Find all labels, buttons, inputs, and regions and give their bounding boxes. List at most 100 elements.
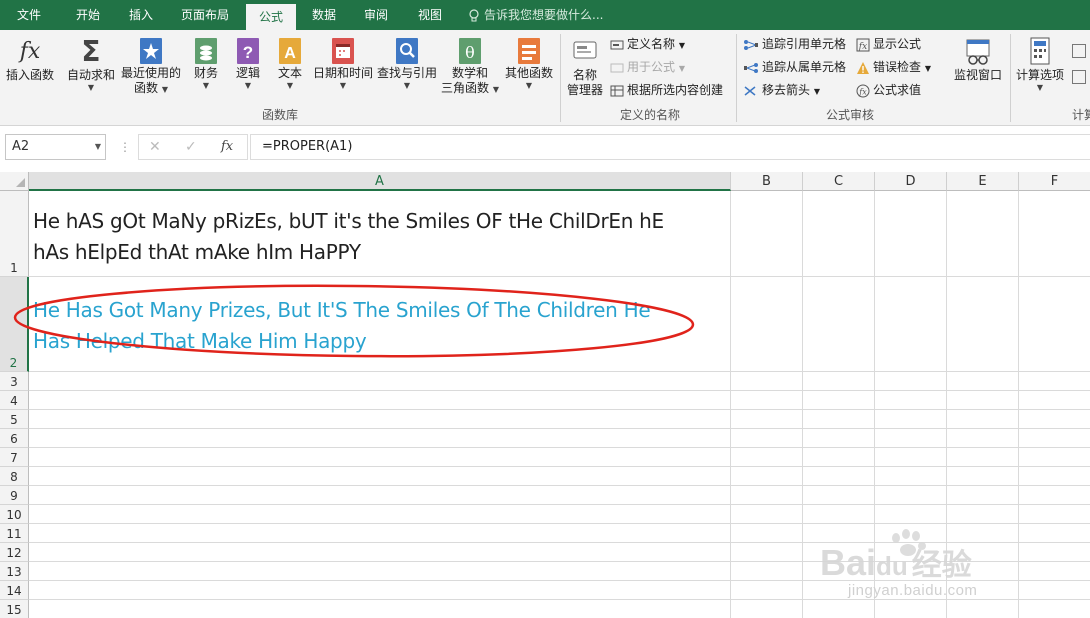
autosum-button[interactable]: Σ 自动求和 ▼ [64,35,118,93]
svg-text:A: A [284,45,296,62]
logical-button[interactable]: ? 逻辑 ▼ [228,36,268,90]
create-from-selection-icon [610,85,624,96]
tab-data[interactable]: 数据 [304,0,344,30]
tab-page-layout[interactable]: 页面布局 [174,0,236,30]
baidu-watermark: Baidu 经验 jingyan.baidu.com [818,524,1028,604]
evaluate-formula-icon: fx [856,84,870,97]
evaluate-formula-label: 公式求值 [873,83,922,97]
tab-home[interactable]: 开始 [66,0,110,30]
ribbon-separator [560,34,561,122]
watch-window-label: 监视窗口 [953,68,1002,82]
insert-function-fx-icon[interactable]: fx [221,139,233,154]
trace-precedents-button[interactable]: 追踪引用单元格 [743,36,846,52]
tab-review[interactable]: 审阅 [356,0,396,30]
insert-function-button[interactable]: fx 插入函数 [4,36,56,83]
remove-arrows-icon [744,85,756,96]
sigma-icon: Σ [81,35,101,68]
tab-file[interactable]: 文件 [8,0,50,30]
name-manager-button[interactable]: 名称 管理器 [564,36,606,98]
menu-bar: 文件 开始 插入 页面布局 公式 数据 审阅 视图 告诉我您想要做什么... [0,0,1090,30]
error-checking-label: 错误检查 [873,60,922,74]
cancel-icon[interactable]: ✕ [149,139,161,155]
ribbon-separator [736,34,737,122]
evaluate-formula-button[interactable]: fx 公式求值 [856,82,921,98]
name-box[interactable]: A2 ▼ [5,134,106,160]
lookup-reference-label: 查找与引用 [376,66,437,80]
fx-icon: fx [19,39,41,64]
chevron-down-icon: ▼ [813,87,820,96]
ribbon: fx 插入函数 Σ 自动求和 ▼ 最近使用的 函数 ▼ 财务 ▼ ? 逻辑 ▼ … [0,30,1090,126]
create-from-selection-button[interactable]: 根据所选内容创建 [610,82,723,98]
calculate-sheet-icon[interactable] [1072,70,1086,84]
recently-used-button[interactable]: 最近使用的 函数 ▼ [120,36,182,97]
group-label-defined-names: 定义的名称 [619,108,680,122]
more-functions-button[interactable]: 其他函数 ▼ [502,36,556,90]
theta-book-icon: θ [459,38,481,64]
more-functions-book-icon [518,38,540,64]
formula-bar-grip-icon[interactable]: ⋮ [119,140,131,154]
group-label-formula-auditing: 公式审核 [825,108,874,122]
chevron-down-icon[interactable]: ▼ [95,135,101,159]
use-in-formula-button[interactable]: 用于公式 ▼ [610,59,685,77]
use-in-formula-icon [610,63,624,72]
watch-window-button[interactable]: 监视窗口 [950,36,1006,83]
chevron-down-icon: ▼ [87,83,95,92]
chevron-down-icon: ▼ [403,81,411,90]
define-name-label: 定义名称 [627,37,676,51]
name-manager-icon [573,41,597,59]
chevron-down-icon: ▼ [202,81,210,90]
worksheet-grid[interactable]: A B C D E F 1 2 3 4 5 6 7 8 9 10 11 12 1… [0,172,1090,618]
name-manager-label-2: 管理器 [566,83,603,97]
tell-me-text: 告诉我您想要做什么... [484,8,604,22]
calculate-now-icon[interactable] [1072,44,1086,58]
watermark-brand: Bai [820,542,877,583]
calendar-book-icon [332,38,354,64]
watermark-url: jingyan.baidu.com [848,582,978,599]
trace-precedents-icon [744,39,758,50]
tab-formulas[interactable]: 公式 [246,4,296,30]
formula-bar: A2 ▼ ⋮ ✕ ✓ fx =PROPER(A1) [0,126,1090,172]
enter-check-icon[interactable]: ✓ [185,139,197,155]
remove-arrows-button[interactable]: 移去箭头 ▼ [743,82,820,100]
lookup-book-icon [396,38,418,64]
tab-view[interactable]: 视图 [410,0,450,30]
autosum-label: 自动求和 [66,68,115,82]
use-in-formula-label: 用于公式 [627,60,676,74]
recently-used-label-2: 函数 [134,81,159,95]
math-trig-button[interactable]: θ 数学和 三角函数 ▼ [440,36,500,97]
more-functions-label: 其他函数 [504,66,553,80]
error-checking-button[interactable]: 错误检查 ▼ [856,59,931,77]
remove-arrows-label: 移去箭头 [762,83,811,97]
math-trig-label: 数学和 [451,66,488,80]
star-book-icon [140,38,162,64]
logical-label: 逻辑 [235,66,260,80]
trace-dependents-button[interactable]: 追踪从属单元格 [743,59,846,75]
financial-label: 财务 [193,66,218,80]
chevron-down-icon: ▼ [244,81,252,90]
trace-dependents-icon [744,62,758,73]
group-label-calculation: 计算 [1072,108,1090,122]
lookup-reference-button[interactable]: 查找与引用 ▼ [376,36,438,90]
tab-insert[interactable]: 插入 [120,0,162,30]
svg-text:?: ? [243,43,253,62]
calculator-icon [1030,37,1050,65]
tell-me-box[interactable]: 告诉我您想要做什么... [468,0,603,30]
svg-text:fx: fx [858,87,867,96]
text-functions-button[interactable]: A 文本 ▼ [270,36,310,90]
show-formulas-icon: fx [856,38,870,52]
svg-text:fx: fx [858,42,867,52]
watermark-brand-cn: 经验 [911,549,972,582]
calculation-options-button[interactable]: 计算选项 ▼ [1012,36,1068,92]
formula-input[interactable]: =PROPER(A1) [250,134,1090,160]
show-formulas-button[interactable]: fx 显示公式 [856,36,921,52]
chevron-down-icon: ▼ [339,81,347,90]
create-from-selection-label: 根据所选内容创建 [627,83,724,97]
logical-book-icon: ? [237,38,259,64]
math-trig-label-2: 三角函数 [441,81,490,95]
define-name-button[interactable]: 定义名称 ▼ [610,36,685,54]
watch-window-icon [966,39,990,65]
lightbulb-icon [469,8,479,21]
financial-button[interactable]: 财务 ▼ [186,36,226,90]
date-time-button[interactable]: 日期和时间 ▼ [312,36,374,90]
chevron-down-icon: ▼ [678,41,685,50]
